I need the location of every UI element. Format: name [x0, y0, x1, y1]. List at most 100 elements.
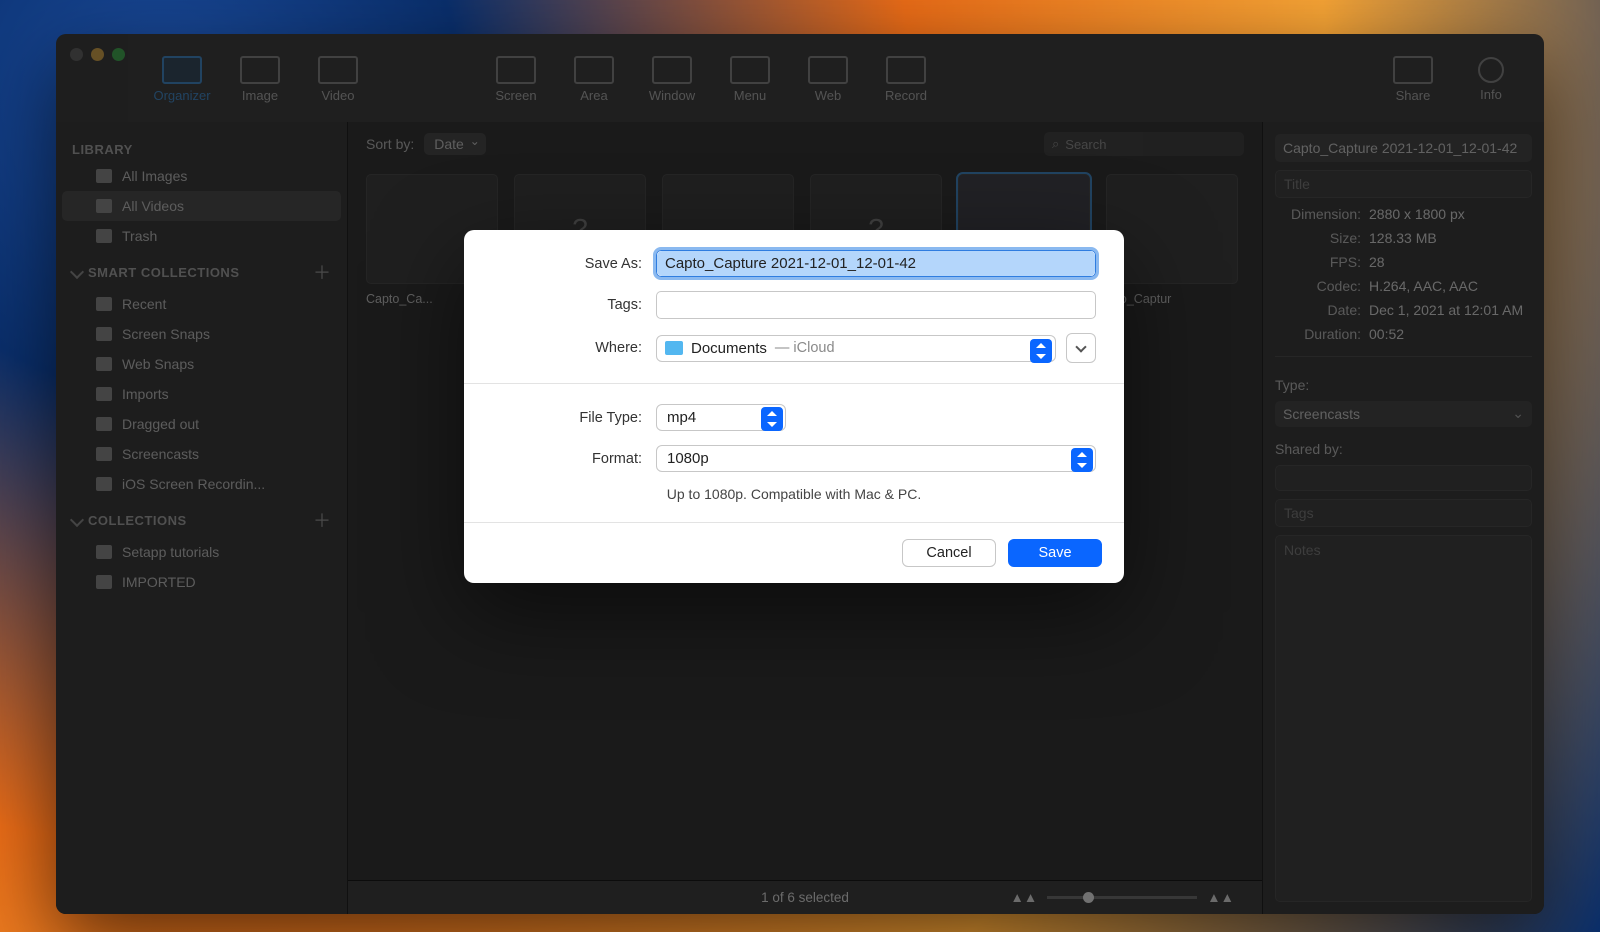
sidebar-item-dragged-out[interactable]: Dragged out — [62, 409, 341, 439]
sidebar-item-recent[interactable]: Recent — [62, 289, 341, 319]
search-input[interactable]: ⌕ Search — [1044, 132, 1244, 156]
sidebar-item-label: Screencasts — [122, 446, 199, 462]
sort-value: Date — [434, 136, 464, 152]
titlebar: Organizer Image Video Screen Area Window… — [56, 34, 1544, 122]
area-icon — [574, 56, 614, 84]
toolbar-label: Video — [321, 88, 354, 103]
thumbnail-item[interactable]: ...to_Captur — [1106, 174, 1238, 306]
sidebar-item-label: Imports — [122, 386, 169, 402]
stepper-icon — [1030, 339, 1052, 363]
type-popup[interactable]: Screencasts — [1275, 401, 1532, 427]
label: Duration: — [1275, 326, 1361, 342]
sidebar-item-trash[interactable]: Trash — [62, 221, 341, 251]
sidebar-item-screen-snaps[interactable]: Screen Snaps — [62, 319, 341, 349]
sidebar-item-imports[interactable]: Imports — [62, 379, 341, 409]
star-icon — [96, 387, 112, 401]
notes-field[interactable]: Notes — [1275, 535, 1532, 902]
sidebar-item-all-videos[interactable]: All Videos — [62, 191, 341, 221]
save-dialog: Save As: Capto_Capture 2021-12-01_12-01-… — [464, 230, 1124, 583]
toolbar-window[interactable]: Window — [633, 44, 711, 114]
toolbar-area[interactable]: Area — [555, 44, 633, 114]
toolbar-label: Screen — [495, 88, 536, 103]
video-icon — [318, 56, 358, 84]
sidebar-item-imported[interactable]: IMPORTED — [62, 567, 341, 597]
star-icon — [96, 297, 112, 311]
save-as-field[interactable]: Capto_Capture 2021-12-01_12-01-42 — [656, 250, 1096, 277]
close-window-button[interactable] — [70, 48, 83, 61]
sidebar-item-all-images[interactable]: All Images — [62, 161, 341, 191]
sidebar-item-label: Recent — [122, 296, 166, 312]
chevron-down-icon — [1075, 341, 1086, 352]
maximize-window-button[interactable] — [112, 48, 125, 61]
sort-popup[interactable]: Date — [424, 133, 486, 155]
sidebar-item-label: Dragged out — [122, 416, 199, 432]
zoom-in-icon: ▲▲ — [1207, 890, 1234, 905]
toolbar-label: Web — [815, 88, 842, 103]
window-controls — [70, 48, 125, 61]
minimize-window-button[interactable] — [91, 48, 104, 61]
toolbar-record[interactable]: Record — [867, 44, 945, 114]
star-icon — [96, 477, 112, 491]
toolbar-web[interactable]: Web — [789, 44, 867, 114]
toolbar-video[interactable]: Video — [299, 44, 377, 114]
toolbar-image[interactable]: Image — [221, 44, 299, 114]
shared-field[interactable] — [1275, 465, 1532, 491]
sidebar-item-ios-recordings[interactable]: iOS Screen Recordin... — [62, 469, 341, 499]
placeholder: Tags — [1284, 505, 1314, 521]
toolbar-share[interactable]: Share — [1374, 44, 1452, 114]
screen-icon — [496, 56, 536, 84]
toolbar-organizer[interactable]: Organizer — [143, 44, 221, 114]
toolbar-info[interactable]: Info — [1452, 44, 1530, 114]
sort-label: Sort by: — [366, 136, 414, 152]
sidebar-section-smart[interactable]: SMART COLLECTIONS ＋ — [56, 251, 347, 289]
inspector-filename: Capto_Capture 2021-12-01_12-01-42 — [1275, 134, 1532, 162]
toolbar-label: Record — [885, 88, 927, 103]
value: 2880 x 1800 px — [1369, 206, 1465, 222]
sidebar-item-web-snaps[interactable]: Web Snaps — [62, 349, 341, 379]
placeholder: Notes — [1284, 542, 1321, 558]
star-icon — [96, 357, 112, 371]
expand-save-dialog-button[interactable] — [1066, 333, 1096, 363]
where-popup[interactable]: Documents — iCloud — [656, 335, 1056, 362]
sidebar-item-setapp[interactable]: Setapp tutorials — [62, 537, 341, 567]
stepper-icon — [1071, 448, 1093, 472]
sidebar-item-screencasts[interactable]: Screencasts — [62, 439, 341, 469]
value: 28 — [1369, 254, 1385, 270]
window-icon — [652, 56, 692, 84]
sidebar-item-label: Web Snaps — [122, 356, 194, 372]
images-icon — [96, 169, 112, 183]
shared-label: Shared by: — [1275, 441, 1532, 457]
tags-field[interactable]: Tags — [1275, 499, 1532, 527]
toolbar-label: Organizer — [153, 88, 210, 103]
toolbar-screen[interactable]: Screen — [477, 44, 555, 114]
record-icon — [886, 56, 926, 84]
toolbar-menu[interactable]: Menu — [711, 44, 789, 114]
file-type-label: File Type: — [492, 410, 642, 426]
tags-field[interactable] — [656, 291, 1096, 319]
add-smart-collection-button[interactable]: ＋ — [313, 259, 331, 285]
section-title: LIBRARY — [72, 142, 331, 157]
zoom-slider[interactable]: ▲▲ ▲▲ — [1011, 890, 1234, 905]
sidebar-item-label: All Videos — [122, 198, 184, 214]
thumbnail-label: ...to_Captur — [1106, 292, 1238, 306]
where-label: Where: — [492, 340, 642, 356]
info-icon — [1478, 57, 1504, 83]
web-icon — [808, 56, 848, 84]
sidebar-section-collections[interactable]: COLLECTIONS ＋ — [56, 499, 347, 537]
sidebar-section-library: LIBRARY — [56, 134, 347, 161]
add-collection-button[interactable]: ＋ — [313, 507, 331, 533]
file-type-popup[interactable]: mp4 — [656, 404, 786, 431]
inspector: Capto_Capture 2021-12-01_12-01-42 Title … — [1262, 122, 1544, 914]
save-button[interactable]: Save — [1008, 539, 1102, 567]
type-label: Type: — [1275, 377, 1532, 393]
value: Dec 1, 2021 at 12:01 AM — [1369, 302, 1523, 318]
slider-knob[interactable] — [1083, 892, 1094, 903]
menu-icon — [730, 56, 770, 84]
folder-icon — [96, 545, 112, 559]
format-popup[interactable]: 1080p — [656, 445, 1096, 472]
cancel-button[interactable]: Cancel — [902, 539, 996, 567]
title-field[interactable]: Title — [1275, 170, 1532, 198]
slider-track[interactable] — [1047, 896, 1197, 899]
label: Codec: — [1275, 278, 1361, 294]
where-cloud: — iCloud — [775, 340, 835, 356]
